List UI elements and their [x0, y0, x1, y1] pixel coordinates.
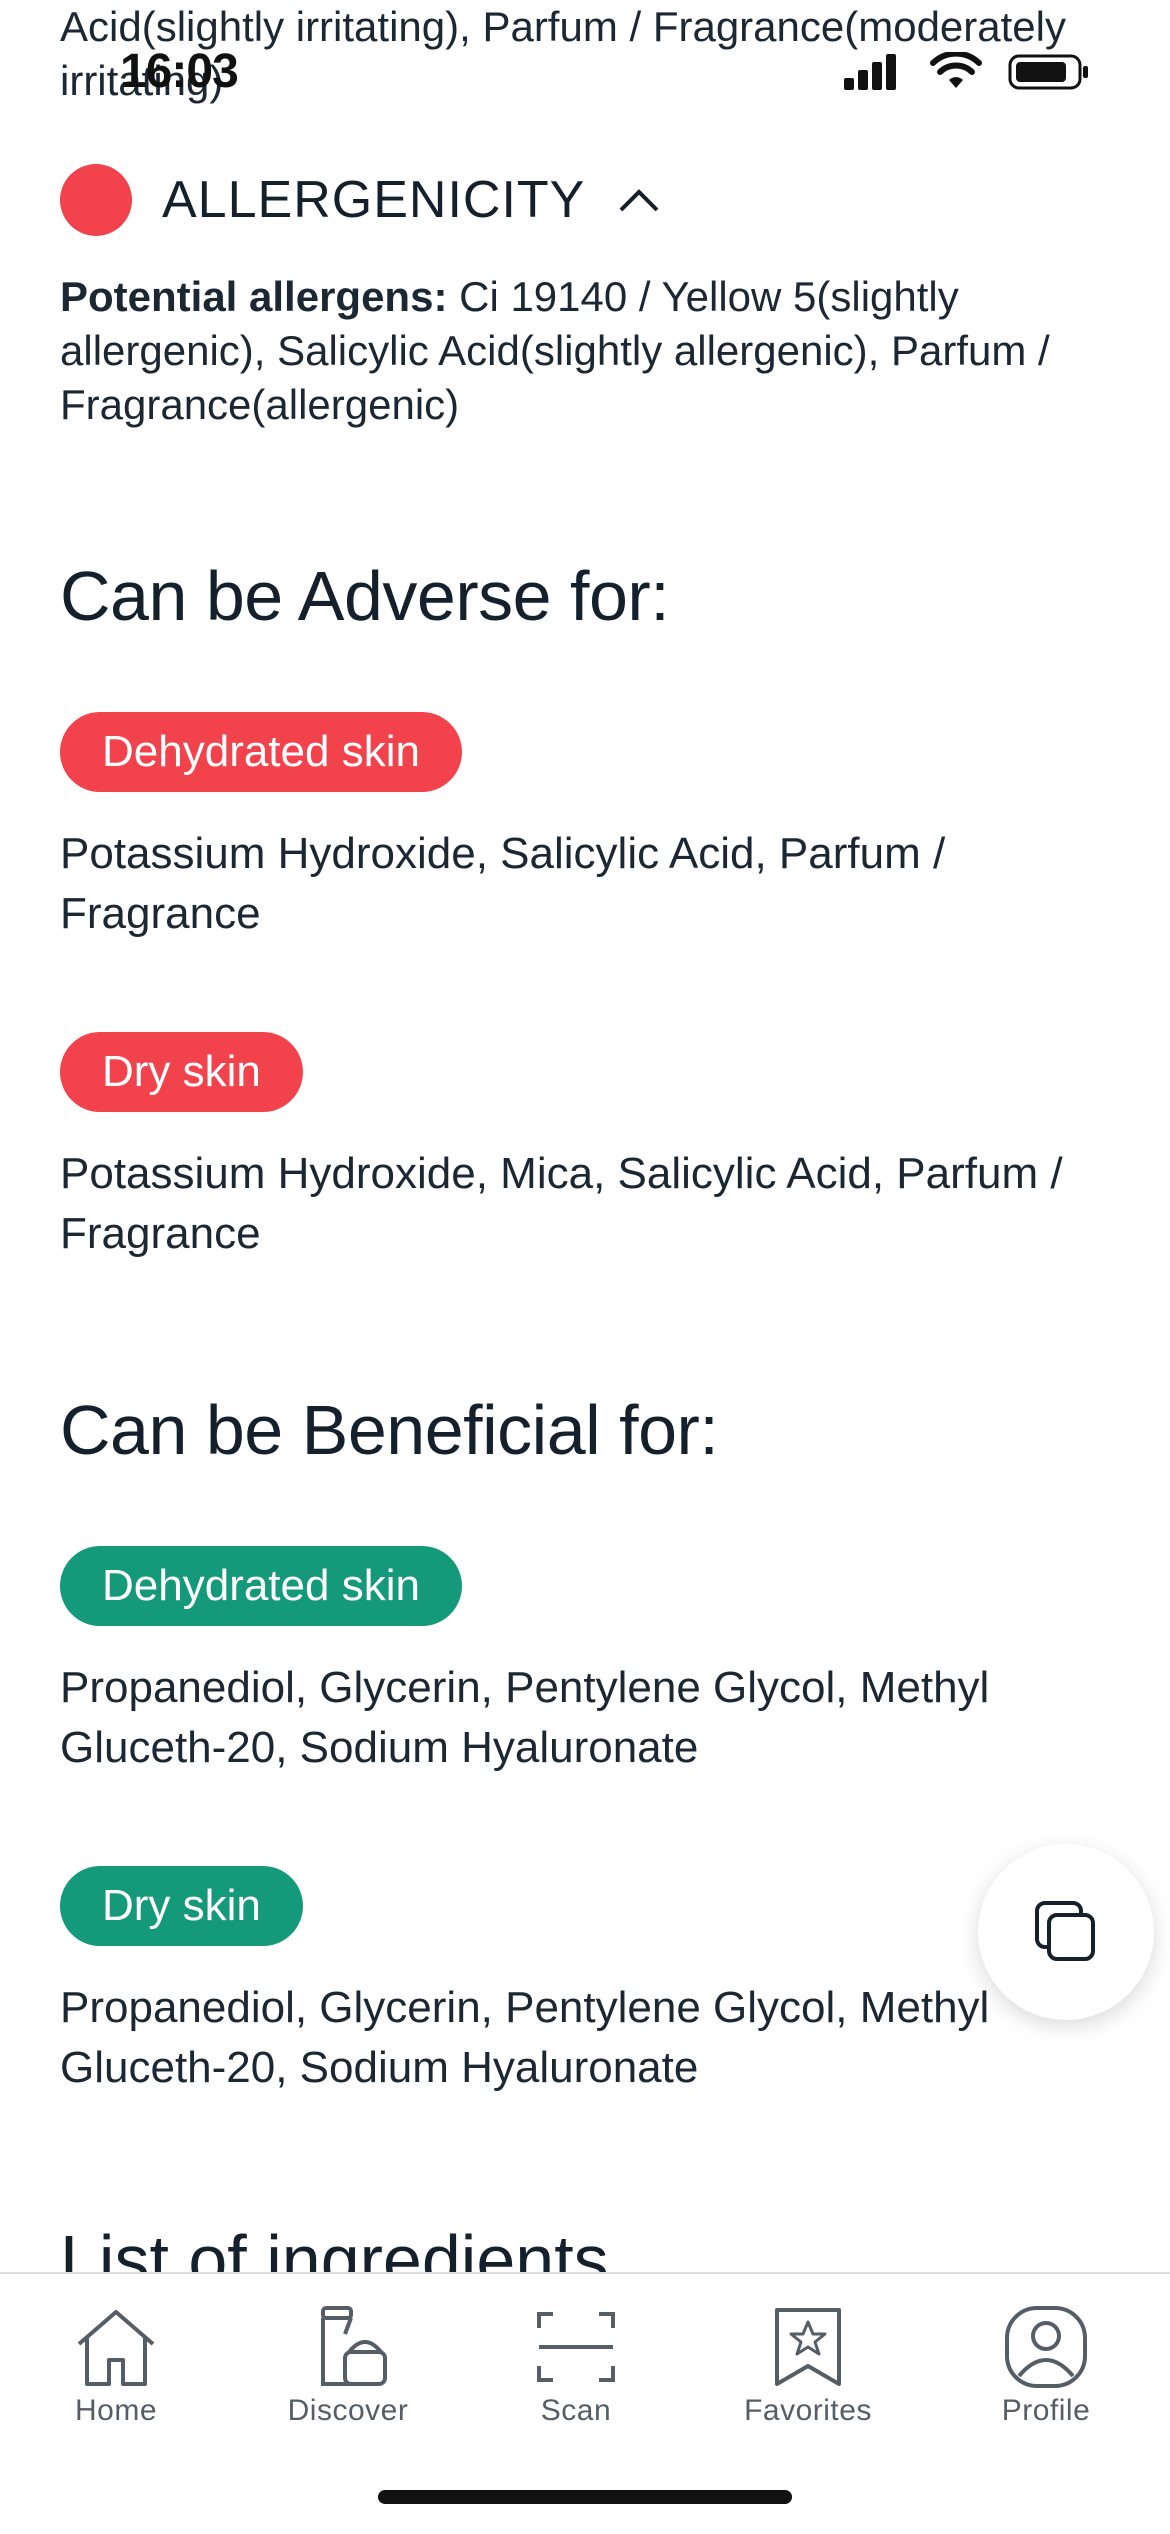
tab-scan-label: Scan: [540, 2394, 612, 2427]
tab-discover-label: Discover: [287, 2394, 409, 2427]
chevron-up-icon: [619, 189, 659, 212]
copy-icon: [1035, 1901, 1095, 1961]
discover-icon: [321, 2306, 387, 2386]
home-icon: [77, 2310, 155, 2386]
tab-scan[interactable]: Scan: [466, 2304, 686, 2428]
adverse-ingredients-dry: Potassium Hydroxide, Mica, Salicylic Aci…: [60, 1149, 1063, 1258]
tab-profile-label: Profile: [1001, 2394, 1091, 2427]
tab-home-label: Home: [74, 2394, 158, 2427]
tab-discover[interactable]: Discover: [238, 2304, 458, 2428]
tab-profile[interactable]: Profile: [936, 2304, 1156, 2428]
adverse-ingredients-dehydrated: Potassium Hydroxide, Salicylic Acid, Par…: [60, 829, 946, 938]
allergenicity-toggle[interactable]: ALLERGENICITY: [60, 164, 663, 236]
adverse-heading: Can be Adverse for:: [60, 557, 670, 635]
tab-favorites[interactable]: Favorites: [698, 2304, 918, 2428]
status-time: 16:03: [120, 45, 239, 98]
beneficial-tag-dehydrated[interactable]: Dehydrated skin: [60, 1546, 462, 1626]
home-indicator[interactable]: [378, 2490, 792, 2504]
adverse-tag-dehydrated[interactable]: Dehydrated skin: [60, 712, 462, 792]
allergenicity-title: ALLERGENICITY: [162, 171, 586, 229]
battery-icon: [1008, 54, 1088, 90]
cellular-signal-icon: [844, 54, 896, 90]
allergens-label: Potential allergens:: [60, 273, 448, 320]
tab-favorites-label: Favorites: [744, 2394, 872, 2427]
scan-icon: [537, 2312, 615, 2382]
status-icons: [844, 52, 1090, 92]
adverse-tag-dry[interactable]: Dry skin: [60, 1032, 303, 1112]
profile-icon: [1005, 2306, 1087, 2388]
tab-home[interactable]: Home: [6, 2304, 226, 2428]
wifi-icon: [930, 52, 982, 88]
favorites-icon: [775, 2308, 841, 2386]
allergens-description: Potential allergens: Ci 19140 / Yellow 5…: [60, 270, 1120, 432]
beneficial-heading: Can be Beneficial for:: [60, 1391, 719, 1469]
ingredients-list-heading: List of ingredients: [60, 2221, 609, 2274]
beneficial-ingredients-dehydrated: Propanediol, Glycerin, Pentylene Glycol,…: [60, 1663, 990, 1772]
allergenicity-level-dot: [60, 164, 132, 236]
beneficial-tag-dry[interactable]: Dry skin: [60, 1866, 303, 1946]
compare-floating-button[interactable]: [978, 1844, 1154, 2020]
beneficial-ingredients-dry: Propanediol, Glycerin, Pentylene Glycol,…: [60, 1983, 990, 2092]
